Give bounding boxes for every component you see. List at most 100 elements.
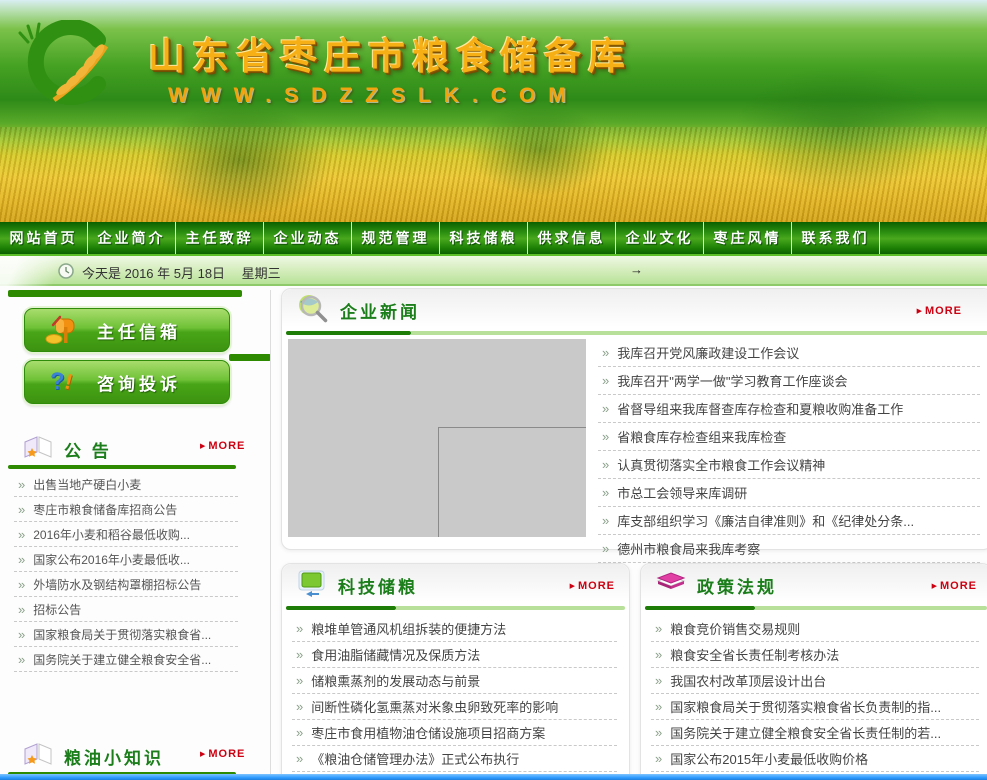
- photo-frame-corner: [438, 427, 586, 537]
- notice-more-link[interactable]: ▶ MORE: [200, 440, 245, 452]
- list-item-label[interactable]: 储粮熏蒸剂的发展动态与前景: [311, 671, 480, 690]
- list-item-label[interactable]: 《粮油仓储管理办法》正式公布执行: [311, 749, 519, 768]
- nav-item-management[interactable]: 规范管理: [352, 222, 440, 254]
- list-item[interactable]: » 粮食竞价销售交易规则: [651, 616, 979, 642]
- bullet-icon: »: [602, 401, 609, 416]
- list-item-label[interactable]: 枣庄市粮食储备库招商公告: [33, 501, 177, 518]
- more-label: MORE: [925, 305, 962, 317]
- site-title: 山东省枣庄市粮食储备库: [148, 26, 632, 80]
- list-item-label[interactable]: 国家公布2015年小麦最低收购价格: [670, 749, 868, 768]
- knowledge-more-link[interactable]: ▶ MORE: [200, 748, 245, 760]
- list-item-label[interactable]: 德州市粮食局来我库考察: [617, 539, 760, 558]
- list-item-label[interactable]: 食用油脂储藏情况及保质方法: [311, 645, 480, 664]
- list-item-label[interactable]: 国务院关于建立健全粮食安全省长责任制的若...: [670, 723, 941, 742]
- list-item[interactable]: »省粮食库存检查组来我库检查: [598, 423, 980, 451]
- list-item-label[interactable]: 出售当地产硬白小麦: [33, 476, 141, 493]
- list-item[interactable]: » 储粮熏蒸剂的发展动态与前景: [292, 668, 617, 694]
- news-more-link[interactable]: ▶ MORE: [917, 305, 962, 317]
- list-item-label[interactable]: 国家公布2016年小麦最低收...: [33, 551, 190, 568]
- director-mailbox-button[interactable]: 主任信箱: [24, 308, 230, 352]
- site-banner: 山东省枣庄市粮食储备库 WWW.SDZZSLK.COM: [0, 0, 987, 222]
- list-item[interactable]: »国家粮食局关于贯彻落实粮食省长负责制的指...: [651, 694, 979, 720]
- notice-list: »出售当地产硬白小麦 »枣庄市粮食储备库招商公告 »2016年小麦和稻谷最低收购…: [14, 472, 238, 672]
- list-item-label[interactable]: 省督导组来我库督查库存检查和夏粮收购准备工作: [617, 399, 903, 418]
- list-item[interactable]: »国家粮食局关于贯彻落实粮食省...: [14, 622, 238, 647]
- more-arrow-icon: ▶: [570, 582, 575, 590]
- nav-item-tech-storage[interactable]: 科技储粮: [440, 222, 528, 254]
- list-item[interactable]: »粮堆单管通风机组拆装的便捷方法: [292, 616, 617, 642]
- list-item-label[interactable]: 招标公告: [33, 601, 81, 618]
- nav-item-culture[interactable]: 企业文化: [616, 222, 704, 254]
- list-item[interactable]: » 国务院关于建立健全粮食安全省长责任制的若...: [651, 720, 979, 746]
- list-item-label[interactable]: 我库召开党风廉政建设工作会议: [617, 343, 799, 362]
- list-item[interactable]: »2016年小麦和稻谷最低收购...: [14, 522, 238, 547]
- sidebar-divider: [270, 290, 271, 778]
- bullet-icon: »: [655, 725, 662, 740]
- news-photo-placeholder[interactable]: [288, 339, 586, 537]
- notice-title: 公 告: [64, 437, 112, 462]
- list-item-label[interactable]: 省粮食库存检查组来我库检查: [617, 427, 786, 446]
- list-item-label[interactable]: 我国农村改革顶层设计出台: [670, 671, 826, 690]
- list-item[interactable]: » 省督导组来我库督查库存检查和夏粮收购准备工作: [598, 395, 980, 423]
- list-item-label[interactable]: 2016年小麦和稻谷最低收购...: [33, 526, 190, 543]
- bullet-icon: »: [18, 602, 25, 617]
- list-item[interactable]: »认真贯彻落实全市粮食工作会议精神: [598, 451, 980, 479]
- nav-item-company-profile[interactable]: 企业简介: [88, 222, 176, 254]
- list-item[interactable]: »库支部组织学习《廉洁自律准则》和《纪律处分条...: [598, 507, 980, 535]
- list-item-label[interactable]: 粮食安全省长责任制考核办法: [670, 645, 839, 664]
- list-item-label[interactable]: 我库召开"两学一做"学习教育工作座谈会: [617, 371, 847, 390]
- list-item[interactable]: »《粮油仓储管理办法》正式公布执行: [292, 746, 617, 772]
- bullet-icon: »: [18, 552, 25, 567]
- list-item-label[interactable]: 外墙防水及钢结构罩棚招标公告: [33, 576, 201, 593]
- policy-list: »粮食竞价销售交易规则 »粮食安全省长责任制考核办法 »我国农村改革顶层设计出台…: [651, 616, 979, 780]
- nav-item-supply-demand[interactable]: 供求信息: [528, 222, 616, 254]
- list-item-label[interactable]: 市总工会领导来库调研: [617, 483, 747, 502]
- list-item[interactable]: »粮食安全省长责任制考核办法: [651, 642, 979, 668]
- bullet-icon: »: [18, 477, 25, 492]
- list-item[interactable]: »市总工会领导来库调研: [598, 479, 980, 507]
- list-item[interactable]: »间断性磷化氢熏蒸对米象虫卵致死率的影响: [292, 694, 617, 720]
- nav-item-local-customs[interactable]: 枣庄风情: [704, 222, 792, 254]
- tech-list: »粮堆单管通风机组拆装的便捷方法 »食用油脂储藏情况及保质方法 » 储粮熏蒸剂的发…: [292, 616, 617, 780]
- list-item[interactable]: »食用油脂储藏情况及保质方法: [292, 642, 617, 668]
- news-panel-header: 企业新闻: [282, 289, 987, 331]
- list-item[interactable]: » 招标公告: [14, 597, 238, 622]
- list-item[interactable]: »我国农村改革顶层设计出台: [651, 668, 979, 694]
- more-label: MORE: [940, 580, 977, 592]
- tech-underline: [286, 606, 625, 610]
- list-item-label[interactable]: 间断性磷化氢熏蒸对米象虫卵致死率的影响: [311, 697, 558, 716]
- list-item[interactable]: »德州市粮食局来我库考察: [598, 535, 980, 563]
- complaint-button[interactable]: ?! 咨询投诉: [24, 360, 230, 404]
- list-item[interactable]: »枣庄市粮食储备库招商公告: [14, 497, 238, 522]
- sidebar-top-bar: [8, 290, 242, 297]
- bullet-icon: »: [655, 621, 662, 636]
- list-item[interactable]: »我库召开"两学一做"学习教育工作座谈会: [598, 367, 980, 395]
- list-item-label[interactable]: 认真贯彻落实全市粮食工作会议精神: [617, 455, 825, 474]
- tech-more-link[interactable]: ▶ MORE: [570, 580, 615, 592]
- list-item[interactable]: » 出售当地产硬白小麦: [14, 472, 238, 497]
- nav-item-company-news[interactable]: 企业动态: [264, 222, 352, 254]
- nav-item-director-speech[interactable]: 主任致辞: [176, 222, 264, 254]
- list-item[interactable]: »枣庄市食用植物油仓储设施项目招商方案: [292, 720, 617, 746]
- list-item-label[interactable]: 粮堆单管通风机组拆装的便捷方法: [311, 619, 506, 638]
- list-item[interactable]: »国家公布2015年小麦最低收购价格: [651, 746, 979, 772]
- list-item-label[interactable]: 粮食竞价销售交易规则: [670, 619, 800, 638]
- decorative-green-bar: [229, 354, 271, 361]
- nav-item-contact[interactable]: 联系我们: [792, 222, 880, 254]
- policy-more-link[interactable]: ▶ MORE: [932, 580, 977, 592]
- mailbox-icon: [25, 313, 97, 347]
- monitor-icon: [296, 569, 328, 602]
- list-item[interactable]: » 国家公布2016年小麦最低收...: [14, 547, 238, 572]
- bullet-icon: »: [296, 673, 303, 688]
- main-nav: 网站首页 企业简介 主任致辞 企业动态 规范管理 科技储粮 供求信息 企业文化 …: [0, 222, 987, 256]
- list-item-label[interactable]: 国务院关于建立健全粮食安全省...: [33, 651, 211, 668]
- list-item-label[interactable]: 枣庄市食用植物油仓储设施项目招商方案: [311, 723, 545, 742]
- list-item-label[interactable]: 国家粮食局关于贯彻落实粮食省...: [33, 626, 211, 643]
- list-item-label[interactable]: 国家粮食局关于贯彻落实粮食省长负责制的指...: [670, 697, 941, 716]
- clock-icon: [58, 263, 74, 284]
- list-item[interactable]: »我库召开党风廉政建设工作会议: [598, 339, 980, 367]
- nav-item-home[interactable]: 网站首页: [0, 222, 88, 254]
- list-item-label[interactable]: 库支部组织学习《廉洁自律准则》和《纪律处分条...: [617, 511, 914, 530]
- list-item[interactable]: »国务院关于建立健全粮食安全省...: [14, 647, 238, 672]
- list-item[interactable]: »外墙防水及钢结构罩棚招标公告: [14, 572, 238, 597]
